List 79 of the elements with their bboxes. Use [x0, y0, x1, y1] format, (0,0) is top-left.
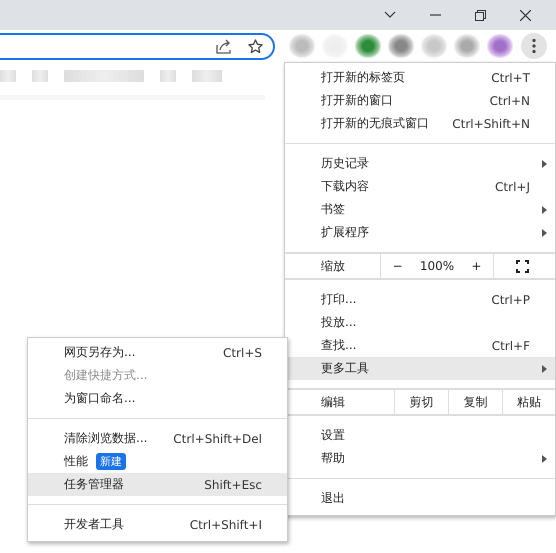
menu-item-label: 开发者工具 — [64, 516, 124, 533]
menu-item-label: 投放... — [321, 314, 356, 331]
address-bar[interactable] — [0, 32, 275, 60]
restore-icon[interactable] — [475, 10, 486, 20]
menu-item-label: 网页另存为... — [64, 344, 136, 361]
share-icon[interactable] — [216, 38, 232, 54]
submenu-arrow-icon — [542, 229, 547, 237]
menu-item[interactable]: 打开新的窗口 Ctrl+N — [285, 89, 555, 112]
extension-icon[interactable] — [487, 34, 513, 58]
menu-item-label: 性能 — [64, 453, 88, 470]
menu-item-label: 打开新的无痕式窗口 — [321, 115, 429, 132]
new-badge: 新建 — [96, 453, 126, 470]
menu-item-label: 退出 — [321, 490, 345, 507]
menu-item[interactable]: 性能 新建 — [28, 450, 287, 473]
menu-item-label: 创建快捷方式... — [64, 367, 148, 384]
menu-item[interactable]: 网页另存为... Ctrl+S — [28, 341, 287, 364]
submenu-arrow-icon — [542, 206, 547, 214]
menu-item[interactable]: 任务管理器 Shift+Esc — [28, 473, 287, 496]
menu-item[interactable]: 打开新的无痕式窗口 Ctrl+Shift+N — [285, 112, 555, 135]
zoom-in-button[interactable]: + — [465, 259, 488, 273]
shortcut-text: Ctrl+Shift+I — [190, 518, 262, 532]
menu-item-label: 打开新的窗口 — [321, 92, 393, 109]
star-icon[interactable] — [248, 38, 263, 54]
menu-item[interactable]: 扩展程序 — [285, 221, 555, 244]
edit-button[interactable]: 剪切 — [394, 390, 448, 414]
menu-item-label: 查找... — [321, 337, 356, 354]
zoom-level: 100% — [420, 259, 454, 273]
menu-icon[interactable] — [521, 33, 547, 59]
shortcut-text: Ctrl+Shift+N — [452, 116, 530, 130]
menu-item-label: 帮助 — [321, 450, 345, 467]
menu-item-label: 设置 — [321, 427, 345, 444]
zoom-label: 缩放 — [320, 258, 346, 274]
extension-icon[interactable] — [355, 34, 381, 58]
menu-item[interactable]: 清除浏览数据... Ctrl+Shift+Del — [28, 427, 287, 450]
menu-item-label: 书签 — [321, 201, 345, 218]
shortcut-text: Ctrl+T — [491, 70, 530, 84]
menu-item[interactable]: 历史记录 — [285, 152, 555, 175]
menu-item[interactable]: 设置 — [285, 424, 555, 447]
extension-icon[interactable] — [289, 34, 315, 58]
menu-item[interactable]: 打印... Ctrl+P — [285, 288, 555, 311]
fullscreen-icon[interactable] — [516, 260, 529, 272]
menu-item[interactable]: 投放... — [285, 311, 555, 334]
menu-item[interactable]: 更多工具 — [285, 357, 555, 380]
shortcut-text: Ctrl+F — [492, 338, 530, 352]
menu-item-label: 历史记录 — [321, 155, 369, 172]
shortcut-text: Ctrl+J — [495, 180, 530, 194]
edit-button[interactable]: 复制 — [448, 390, 502, 414]
menu-item-label: 任务管理器 — [64, 476, 124, 493]
edit-button[interactable]: 粘贴 — [502, 390, 555, 414]
menu-item-label: 下载内容 — [321, 178, 369, 195]
zoom-out-button[interactable]: − — [386, 259, 409, 273]
shortcut-text: Ctrl+Shift+Del — [173, 432, 262, 446]
menu-item[interactable]: 查找... Ctrl+F — [285, 334, 555, 357]
extension-icon[interactable] — [388, 34, 414, 58]
shortcut-text: Ctrl+N — [490, 94, 530, 108]
edit-label: 编辑 — [320, 394, 346, 410]
chevron-down-icon[interactable] — [384, 11, 396, 19]
menu-item[interactable]: 帮助 — [285, 447, 555, 470]
menu-item[interactable]: 为窗口命名... — [28, 387, 287, 410]
submenu-arrow-icon — [542, 455, 547, 463]
shortcut-text: Ctrl+S — [222, 346, 262, 360]
menu-item[interactable]: 下载内容 Ctrl+J — [285, 175, 555, 198]
menu-item-label: 打印... — [321, 291, 356, 308]
close-icon[interactable] — [520, 10, 531, 20]
menu-item[interactable]: 退出 — [285, 487, 555, 510]
submenu-arrow-icon — [542, 160, 547, 168]
menu-item[interactable]: 开发者工具 Ctrl+Shift+I — [28, 513, 287, 536]
menu-item-label: 扩展程序 — [321, 224, 369, 241]
shortcut-text: Shift+Esc — [204, 478, 262, 492]
submenu-arrow-icon — [542, 365, 547, 373]
menu-item[interactable]: 打开新的标签页 Ctrl+T — [285, 66, 555, 89]
minimize-icon[interactable] — [430, 14, 441, 16]
extension-icon[interactable] — [454, 34, 480, 58]
menu-item[interactable]: 书签 — [285, 198, 555, 221]
menu-item-label: 清除浏览数据... — [64, 430, 148, 447]
shortcut-text: Ctrl+P — [491, 292, 530, 306]
menu-item-label: 打开新的标签页 — [321, 69, 405, 86]
menu-item-label: 为窗口命名... — [64, 390, 136, 407]
menu-item-label: 更多工具 — [321, 360, 369, 377]
